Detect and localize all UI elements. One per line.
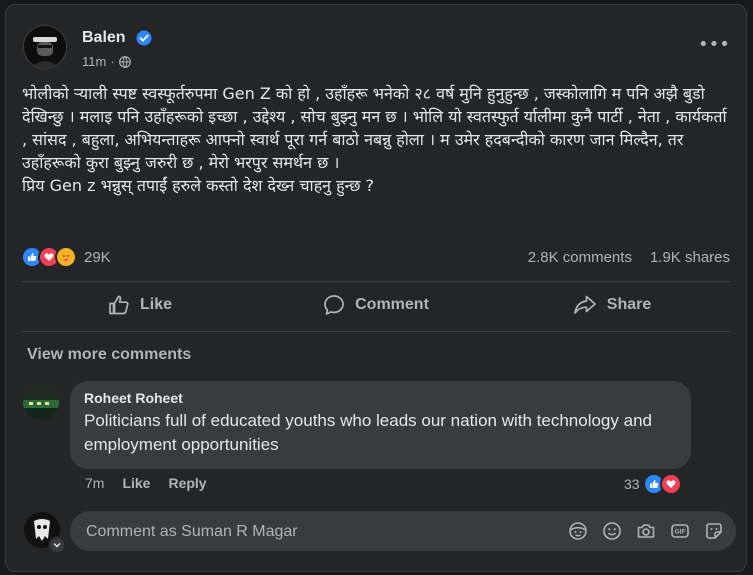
author-name[interactable]: Balen <box>82 29 126 47</box>
comments-count[interactable]: 2.8K comments <box>528 249 632 266</box>
composer-icons: GIF <box>568 521 724 541</box>
comment-button[interactable]: Comment <box>258 285 494 325</box>
comment-reply-button[interactable]: Reply <box>168 475 206 491</box>
reaction-count: 29K <box>84 248 111 266</box>
comment-composer: GIF <box>70 511 736 553</box>
comment-meta: 7m Like Reply <box>85 475 207 491</box>
like-button[interactable]: Like <box>22 285 258 325</box>
commenter-name[interactable]: Roheet Roheet <box>84 390 677 406</box>
chevron-down-icon[interactable] <box>48 536 66 554</box>
gif-icon[interactable]: GIF <box>670 521 690 541</box>
reactions-summary[interactable]: 29K <box>21 246 111 268</box>
avatar-sticker-icon[interactable] <box>568 521 588 541</box>
comment-bubble: Roheet Roheet Politicians full of educat… <box>70 381 691 469</box>
post-stats: 2.8K comments 1.9K shares <box>528 249 730 266</box>
comment-text: Politicians full of educated youths who … <box>84 411 652 454</box>
comment-like-button[interactable]: Like <box>122 475 150 491</box>
svg-text:GIF: GIF <box>675 529 686 536</box>
share-label: Share <box>606 296 652 313</box>
comment-reactions[interactable]: 33 <box>624 473 682 495</box>
camera-icon[interactable] <box>636 521 656 541</box>
comment-time[interactable]: 7m <box>85 475 104 491</box>
share-arrow-icon <box>573 295 596 314</box>
like-label: Like <box>139 296 172 313</box>
verified-badge-icon <box>136 30 152 46</box>
comment-bubble-icon <box>324 295 344 315</box>
commenter-avatar[interactable] <box>23 384 59 420</box>
care-reaction-icon <box>55 246 77 268</box>
more-options-icon[interactable]: ••• <box>698 35 730 55</box>
post-card: Balen 11m · ••• भोलीको र्‍याली स्पष्ट स्… <box>5 4 747 572</box>
author-avatar[interactable] <box>23 25 67 69</box>
comment-label: Comment <box>355 296 429 313</box>
sticker-icon[interactable] <box>704 521 724 541</box>
post-actions: Like Comment Share <box>22 285 730 325</box>
share-button[interactable]: Share <box>494 285 730 325</box>
globe-icon <box>118 55 131 68</box>
view-more-comments-link[interactable]: View more comments <box>27 346 191 364</box>
love-reaction-icon <box>659 473 682 495</box>
comment-reaction-count: 33 <box>624 476 640 492</box>
shares-count[interactable]: 1.9K shares <box>650 249 730 266</box>
post-paragraph: भोलीको र्‍याली स्पष्ट स्वस्फूर्तरुपमा Ge… <box>22 84 727 172</box>
post-time[interactable]: 11m <box>82 54 106 69</box>
separator-dot: · <box>110 54 115 69</box>
comment-input[interactable] <box>84 511 528 553</box>
thumbs-up-icon <box>109 295 129 315</box>
divider <box>22 281 730 282</box>
post-body: भोलीको र्‍याली स्पष्ट स्वस्फूर्तरुपमा Ge… <box>22 82 734 197</box>
divider <box>22 331 730 332</box>
post-meta: 11m · <box>82 54 131 69</box>
post-paragraph: प्रिय Gen z भन्नुस् तपाईं हरुले कस्तो दे… <box>22 176 375 195</box>
emoji-icon[interactable] <box>602 521 622 541</box>
